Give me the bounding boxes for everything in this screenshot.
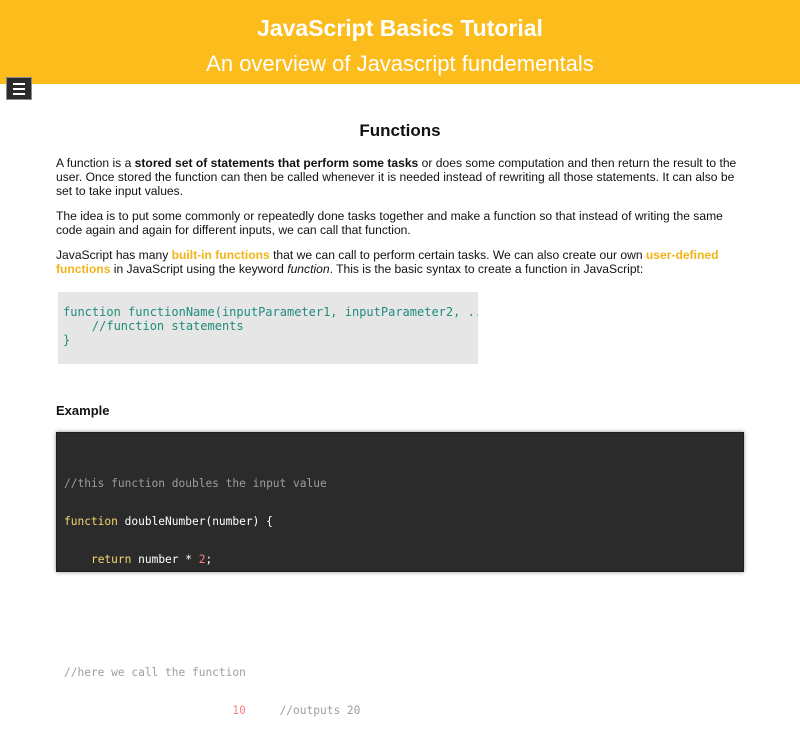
code-keyword: function bbox=[64, 514, 118, 528]
text: A function is a bbox=[56, 156, 135, 170]
code-text: )); bbox=[245, 703, 280, 717]
text: that we can call to perform certain task… bbox=[269, 248, 646, 262]
code-comment: //this function doubles the input value bbox=[64, 477, 327, 491]
syntax-code-block: function functionName(inputParameter1, i… bbox=[58, 292, 478, 364]
code-text: (number) { bbox=[205, 514, 273, 528]
code-keyword: return bbox=[90, 552, 132, 566]
paragraph-definition: A function is a stored set of statements… bbox=[56, 156, 744, 198]
code-line: //here we call the function bbox=[64, 666, 743, 680]
main-content: Functions A function is a stored set of … bbox=[56, 118, 744, 717]
paragraph-idea: The idea is to put some commonly or repe… bbox=[56, 209, 723, 237]
code-text: ; bbox=[205, 552, 213, 566]
page-header: JavaScript Basics Tutorial An overview o… bbox=[0, 0, 800, 84]
code-function-name: doubleNumber bbox=[117, 514, 206, 528]
code-line: //this function doubles the input value bbox=[64, 477, 743, 491]
text: . This is the basic syntax to create a f… bbox=[329, 262, 644, 276]
example-code-block: //this function doubles the input value … bbox=[56, 432, 744, 717]
code-comment: //outputs 20 bbox=[279, 703, 361, 717]
menu-button[interactable] bbox=[6, 77, 32, 100]
example-title: Example bbox=[56, 403, 110, 418]
code-line: } bbox=[64, 590, 743, 605]
code-line: function doubleNumber(number) { bbox=[64, 514, 743, 529]
code-text: } bbox=[64, 590, 71, 604]
keyword-function: function bbox=[287, 262, 330, 276]
code-comment: //here we call the function bbox=[64, 666, 246, 680]
bold-text: stored set of statements that perform so… bbox=[134, 156, 419, 170]
text: in JavaScript using the keyword bbox=[110, 262, 288, 276]
page-subtitle: An overview of Javascript fundementals bbox=[206, 51, 594, 76]
highlight-builtin-functions: built-in functions bbox=[171, 248, 270, 262]
section-title: Functions bbox=[359, 121, 441, 140]
code-text: number * bbox=[131, 552, 199, 566]
text: JavaScript has many bbox=[56, 248, 172, 262]
code-number: 10 bbox=[232, 703, 246, 717]
paragraph-builtins: JavaScript has many built-in functions t… bbox=[56, 248, 744, 276]
code-line bbox=[64, 629, 743, 642]
page-title: JavaScript Basics Tutorial bbox=[257, 15, 543, 41]
code-line: console.log(doubleNumber(10)); //outputs… bbox=[64, 703, 743, 718]
code-text: console.log(doubleNumber( bbox=[64, 703, 233, 717]
code-line: return number * 2; bbox=[64, 552, 743, 567]
